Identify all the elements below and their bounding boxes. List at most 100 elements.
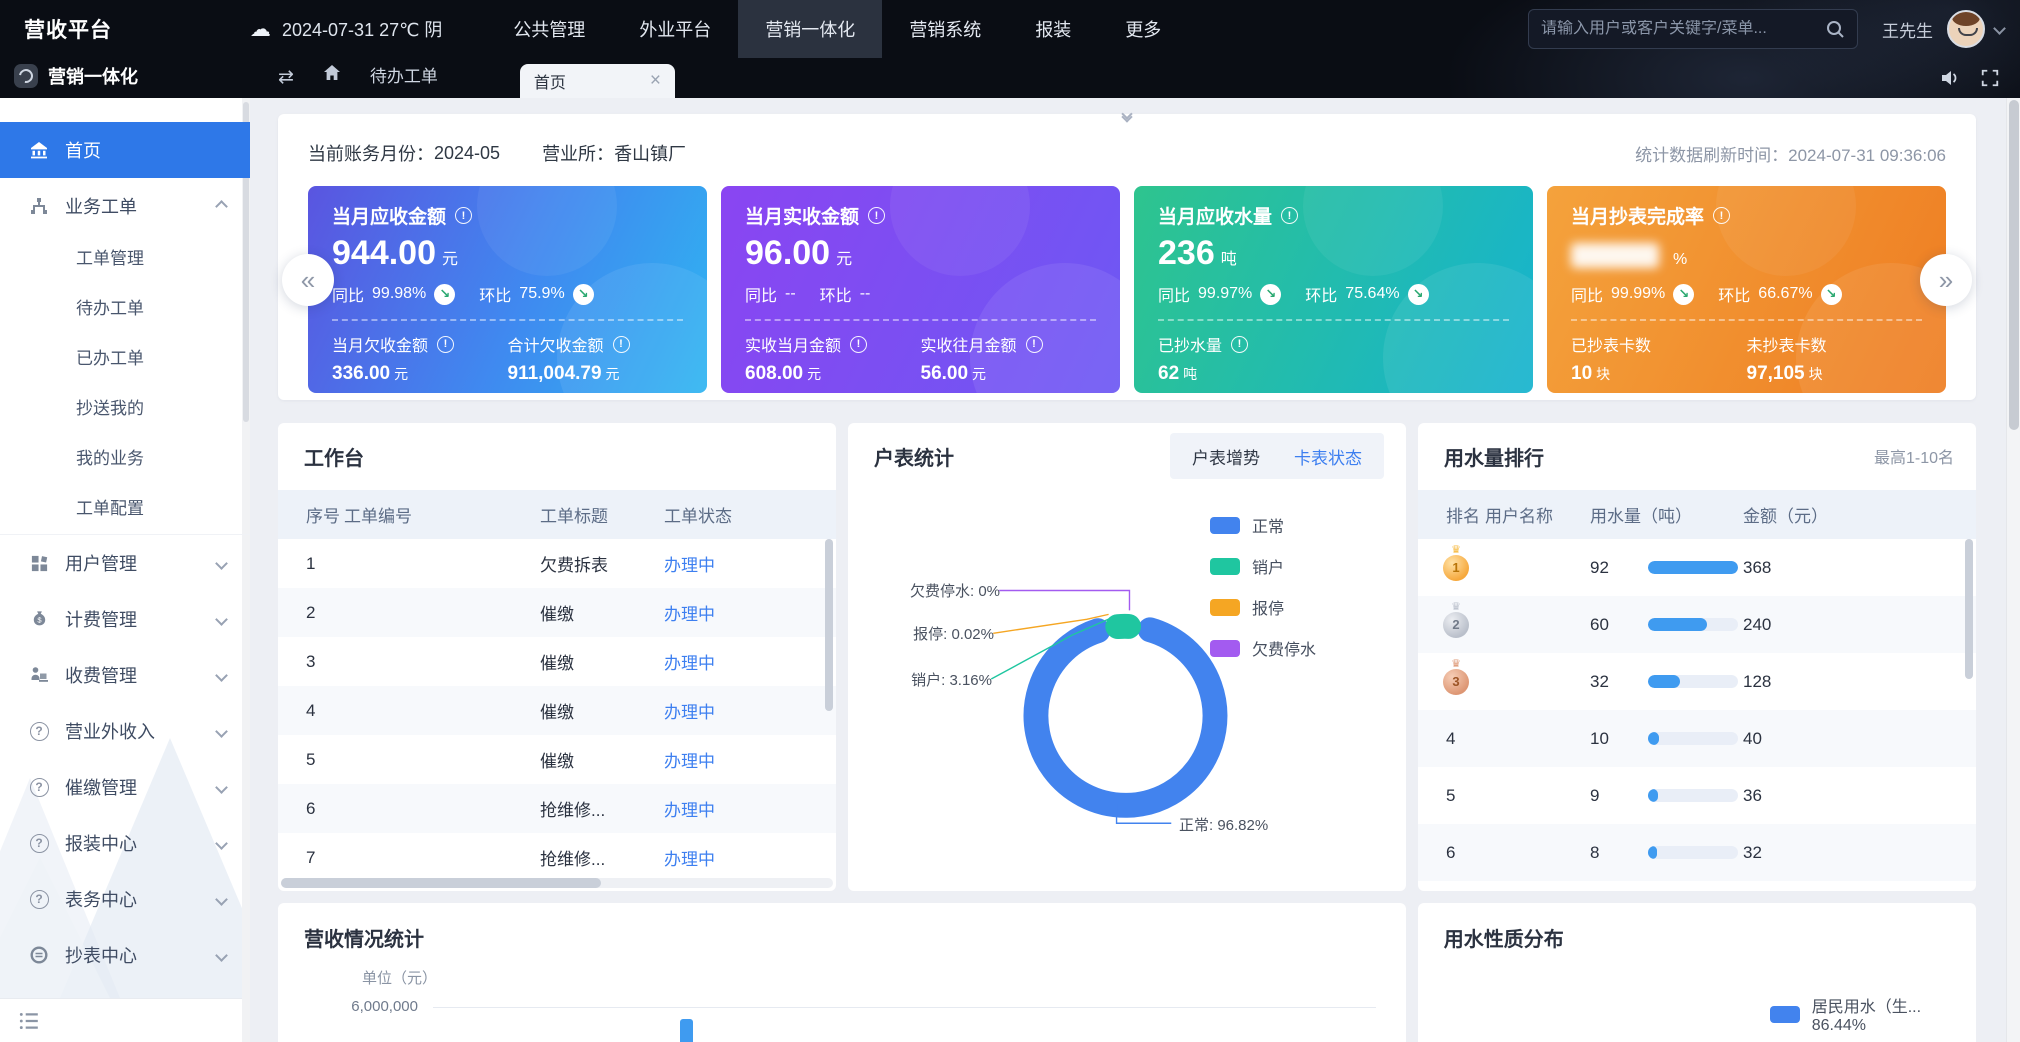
table-row[interactable]: 6 抢维修... 办理中 <box>278 784 836 833</box>
info-icon[interactable]: ! <box>1713 207 1730 224</box>
sidebar-subitem-todo-orders[interactable]: 待办工单 <box>0 284 250 334</box>
topmenu-item-install[interactable]: 报装 <box>1008 0 1098 58</box>
info-icon[interactable]: ! <box>1281 207 1298 224</box>
sidebar-item-nonop-income[interactable]: ? 营业外收入 <box>0 703 250 759</box>
stat-title: 当月应收金额 <box>332 202 446 229</box>
silver-medal-icon: 2 <box>1443 612 1469 638</box>
legend-item-arrears[interactable]: 欠费停水 <box>1210 636 1316 660</box>
ranking-row[interactable]: 2 60 240 <box>1418 596 1976 653</box>
app-zone: 营销一体化 <box>0 63 250 98</box>
trend-down-icon: ↘ <box>573 284 594 305</box>
sidebar-subitem-order-config[interactable]: 工单配置 <box>0 484 250 534</box>
legend-item-residential[interactable]: 居民用水（生... 86.44% <box>1770 993 1976 1035</box>
horizontal-scrollbar-thumb[interactable] <box>281 878 601 888</box>
volume-icon[interactable] <box>1939 67 1960 88</box>
stat-title: 当月抄表完成率 <box>1571 202 1704 229</box>
sidebar-item-label: 计费管理 <box>65 606 137 632</box>
topmenu-item-marketing-system[interactable]: 营销系统 <box>882 0 1008 58</box>
info-icon[interactable]: ! <box>437 336 454 353</box>
table-row[interactable]: 1 欠费拆表 办理中 <box>278 539 836 588</box>
topmenu-item-more[interactable]: 更多 <box>1098 0 1188 58</box>
sidebar-subitem-my-business[interactable]: 我的业务 <box>0 434 250 484</box>
collapse-panel-button[interactable] <box>1123 115 1131 121</box>
sidebar-item-user-manage[interactable]: 用户管理 <box>0 535 250 591</box>
question-circle-icon: ? <box>28 722 50 741</box>
tab-close-icon[interactable]: × <box>650 70 661 92</box>
ranking-row[interactable]: 1 92 368 <box>1418 539 1976 596</box>
sidebar-item-collection-manage[interactable]: ? 催缴管理 <box>0 759 250 815</box>
swap-tabs-icon[interactable]: ⇄ <box>278 68 294 87</box>
tab-meter-growth[interactable]: 户表增势 <box>1192 444 1260 469</box>
home-icon[interactable] <box>322 63 342 87</box>
quicklink-todo-orders[interactable]: 待办工单 <box>370 62 438 87</box>
stat-card-receivable-amount[interactable]: 当月应收金额! 944.00元 同比99.98%↘ 环比75.9%↘ 当月欠收金… <box>308 186 707 393</box>
legend-item-normal[interactable]: 正常 <box>1210 513 1316 537</box>
ranking-row[interactable]: 6 8 32 <box>1418 824 1976 881</box>
info-icon[interactable]: ! <box>1231 336 1248 353</box>
vertical-scrollbar-thumb[interactable] <box>1965 539 1973 679</box>
sidebar-item-meter-reading-center[interactable]: 抄表中心 <box>0 927 250 983</box>
status-link[interactable]: 办理中 <box>664 551 836 576</box>
sidebar-item-work-orders[interactable]: 业务工单 <box>0 178 250 234</box>
carousel-prev-button[interactable]: « <box>282 254 334 306</box>
page-scrollbar-thumb[interactable] <box>2009 100 2019 430</box>
sidebar-submenu-work-orders: 工单管理 待办工单 已办工单 抄送我的 我的业务 工单配置 <box>0 234 250 534</box>
topmenu-item-marketing-integrated[interactable]: 营销一体化 <box>738 0 882 58</box>
sidebar-subitem-cc-me[interactable]: 抄送我的 <box>0 384 250 434</box>
table-row[interactable]: 7 抢维修... 办理中 <box>278 833 836 882</box>
info-icon[interactable]: ! <box>455 207 472 224</box>
topmenu-item-public[interactable]: 公共管理 <box>486 0 612 58</box>
ranking-row[interactable]: 5 9 36 <box>1418 767 1976 824</box>
legend-item-paused[interactable]: 报停 <box>1210 595 1316 619</box>
sidebar-item-billing-manage[interactable]: $ 计费管理 <box>0 591 250 647</box>
vertical-scrollbar-thumb[interactable] <box>825 539 833 711</box>
status-link[interactable]: 办理中 <box>664 796 836 821</box>
stat-card-received-amount[interactable]: 当月实收金额! 96.00元 同比-- 环比-- 实收当月金额! 608.00元 <box>721 186 1120 393</box>
sidebar-item-home[interactable]: 首页 <box>0 122 250 178</box>
user-menu-caret-icon[interactable] <box>1995 20 2004 38</box>
tab-home[interactable]: 首页 × <box>520 64 675 98</box>
revenue-stats-card: 营收情况统计 单位（元） 6,000,000 <box>278 903 1406 1042</box>
info-icon[interactable]: ! <box>868 207 885 224</box>
status-link[interactable]: 办理中 <box>664 698 836 723</box>
sidebar-item-install-center[interactable]: ? 报装中心 <box>0 815 250 871</box>
topmenu-item-field[interactable]: 外业平台 <box>612 0 738 58</box>
revenue-bar <box>680 1019 693 1042</box>
table-row[interactable]: 4 催缴 办理中 <box>278 686 836 735</box>
carousel-next-button[interactable]: » <box>1920 254 1972 306</box>
collapse-menu-icon[interactable] <box>18 1010 40 1032</box>
sidebar-item-meter-affairs-center[interactable]: ? 表务中心 <box>0 871 250 927</box>
divider <box>745 319 1096 321</box>
sidebar-subitem-done-orders[interactable]: 已办工单 <box>0 334 250 384</box>
stat-sub-1: 实收当月金额! 608.00元 <box>745 332 921 385</box>
status-link[interactable]: 办理中 <box>664 649 836 674</box>
tab-card-meter-status[interactable]: 卡表状态 <box>1294 444 1362 469</box>
stat-card-receivable-water[interactable]: 当月应收水量! 236吨 同比99.97%↘ 环比75.64%↘ 已抄水量! 6… <box>1134 186 1533 393</box>
ranking-row[interactable]: 4 10 40 <box>1418 710 1976 767</box>
info-icon[interactable]: ! <box>1026 336 1043 353</box>
ranking-row-partial[interactable] <box>1418 881 1976 891</box>
fullscreen-icon[interactable] <box>1980 68 2000 88</box>
stat-title: 当月应收水量 <box>1158 202 1272 229</box>
table-row[interactable]: 3 催缴 办理中 <box>278 637 836 686</box>
legend-item-closed[interactable]: 销户 <box>1210 554 1316 578</box>
table-row[interactable]: 2 催缴 办理中 <box>278 588 836 637</box>
avatar[interactable] <box>1947 10 1985 48</box>
gridline <box>433 1007 1376 1008</box>
info-icon[interactable]: ! <box>613 336 630 353</box>
cloud-icon: ☁ <box>250 19 271 40</box>
trend-down-icon: ↘ <box>1821 284 1842 305</box>
ranking-row[interactable]: 3 32 128 <box>1418 653 1976 710</box>
sidebar-item-label: 收费管理 <box>65 662 137 688</box>
stat-card-reading-completion[interactable]: 当月抄表完成率! % 同比99.99%↘ 环比66.67%↘ 已抄表卡数 10块 <box>1547 186 1946 393</box>
status-link[interactable]: 办理中 <box>664 747 836 772</box>
sidebar-item-fee-manage[interactable]: 收费管理 <box>0 647 250 703</box>
divider <box>332 319 683 321</box>
search-icon[interactable] <box>1825 19 1845 39</box>
info-icon[interactable]: ! <box>850 336 867 353</box>
sidebar-subitem-order-manage[interactable]: 工单管理 <box>0 234 250 284</box>
search-input[interactable] <box>1541 20 1817 38</box>
table-row[interactable]: 5 催缴 办理中 <box>278 735 836 784</box>
status-link[interactable]: 办理中 <box>664 845 836 870</box>
status-link[interactable]: 办理中 <box>664 600 836 625</box>
